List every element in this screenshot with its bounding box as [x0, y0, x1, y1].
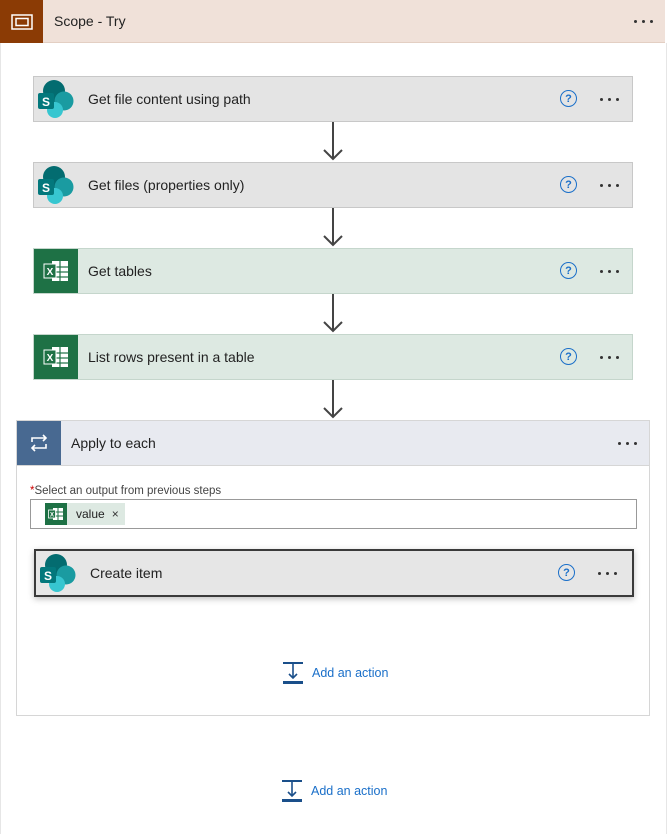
add-action-icon [283, 662, 303, 684]
add-action-button[interactable]: Add an action [281, 779, 387, 803]
more-options-icon[interactable] [594, 175, 624, 195]
flow-arrow-icon [323, 208, 343, 247]
more-options-icon[interactable] [594, 347, 624, 367]
svg-text:S: S [42, 181, 50, 195]
sharepoint-icon: S [34, 77, 78, 121]
scope-more-icon[interactable] [628, 11, 658, 31]
more-options-icon[interactable] [612, 433, 642, 453]
excel-icon: X [34, 335, 78, 379]
flow-arrow-icon [323, 294, 343, 333]
apply-to-each-title: Apply to each [71, 435, 156, 451]
action-card-get-files[interactable]: S Get files (properties only) ? [33, 162, 633, 208]
svg-text:X: X [47, 267, 54, 278]
help-icon[interactable]: ? [560, 176, 577, 193]
action-card-get-file-content[interactable]: S Get file content using path ? [33, 76, 633, 122]
svg-text:S: S [44, 569, 52, 583]
help-icon[interactable]: ? [560, 262, 577, 279]
apply-to-each-header[interactable]: Apply to each [17, 421, 649, 466]
sharepoint-icon: S [34, 163, 78, 207]
action-label: Get tables [88, 263, 152, 279]
flow-arrow-icon [323, 122, 343, 161]
add-action-label: Add an action [311, 784, 388, 798]
field-label-text: Select an output from previous steps [34, 485, 222, 497]
action-card-create-item[interactable]: S Create item ? [34, 549, 634, 597]
scope-header[interactable]: Scope - Try [0, 0, 665, 43]
svg-text:S: S [42, 95, 50, 109]
add-action-inner-button[interactable]: Add an action [282, 661, 388, 685]
action-card-list-rows[interactable]: X List rows present in a table ? [33, 334, 633, 380]
scope-icon [0, 0, 43, 43]
add-action-label: Add an action [312, 666, 389, 680]
apply-to-each-block: Apply to each *Select an output from pre… [16, 420, 650, 716]
action-label: List rows present in a table [88, 349, 255, 365]
svg-text:X: X [50, 513, 54, 519]
field-label: *Select an output from previous steps [30, 485, 221, 497]
svg-text:X: X [47, 353, 54, 364]
add-action-icon [282, 780, 302, 802]
token-remove-icon[interactable]: × [112, 507, 119, 521]
help-icon[interactable]: ? [560, 90, 577, 107]
token-label: value [76, 507, 105, 521]
help-icon[interactable]: ? [560, 348, 577, 365]
sharepoint-icon: S [36, 551, 80, 595]
help-icon[interactable]: ? [558, 564, 575, 581]
scope-title: Scope - Try [54, 13, 126, 29]
excel-icon: X [34, 249, 78, 293]
value-token[interactable]: X value × [45, 503, 125, 525]
action-card-get-tables[interactable]: X Get tables ? [33, 248, 633, 294]
action-label: Create item [90, 565, 163, 581]
previous-output-input[interactable]: X value × [30, 499, 637, 529]
more-options-icon[interactable] [592, 563, 622, 583]
action-label: Get files (properties only) [88, 177, 245, 193]
excel-icon: X [45, 503, 67, 525]
flow-arrow-icon [323, 380, 343, 419]
loop-icon [17, 421, 61, 465]
more-options-icon[interactable] [594, 261, 624, 281]
more-options-icon[interactable] [594, 89, 624, 109]
action-label: Get file content using path [88, 91, 251, 107]
